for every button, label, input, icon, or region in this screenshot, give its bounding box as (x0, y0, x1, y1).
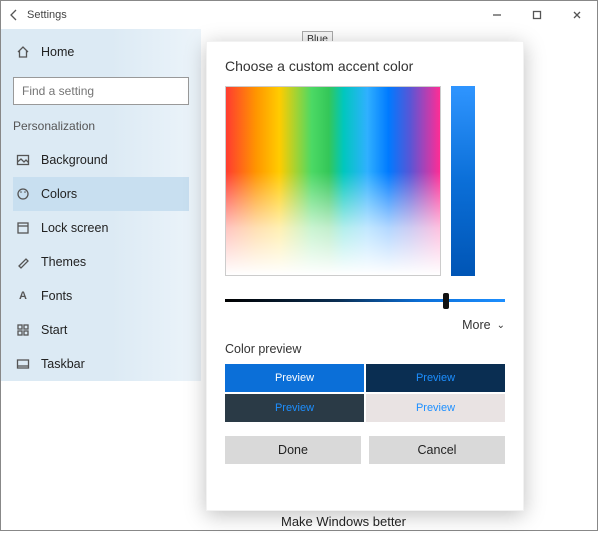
spectrum-picker[interactable] (225, 86, 441, 276)
preview-label: Color preview (225, 342, 505, 356)
lock-icon (15, 220, 31, 236)
taskbar-icon (15, 356, 31, 372)
grid-icon (15, 322, 31, 338)
close-button[interactable] (557, 1, 597, 29)
titlebar: Settings (1, 1, 597, 29)
sidebar-item-colors[interactable]: Colors (13, 177, 189, 211)
color-picker-dialog: Choose a custom accent color More ⌄ Colo… (206, 41, 524, 511)
sidebar-item-background[interactable]: Background (13, 143, 189, 177)
font-icon: A (15, 288, 31, 304)
more-label: More (462, 318, 490, 332)
preview-cell: Preview (366, 394, 505, 422)
picture-icon (15, 152, 31, 168)
sidebar-item-label: Fonts (41, 289, 72, 303)
sidebar-item-label: Background (41, 153, 108, 167)
sidebar-item-taskbar[interactable]: Taskbar (13, 347, 189, 381)
search-input[interactable] (13, 77, 189, 105)
sidebar-item-label: Start (41, 323, 67, 337)
sidebar-item-label: Colors (41, 187, 77, 201)
value-thumb[interactable] (443, 293, 449, 309)
page-subheading: Make Windows better (281, 514, 406, 529)
value-track (225, 299, 505, 302)
hue-slider[interactable] (451, 86, 475, 276)
dialog-title: Choose a custom accent color (225, 58, 505, 74)
window-title: Settings (27, 9, 67, 21)
sidebar-home-label: Home (41, 45, 74, 59)
sidebar-category: Personalization (1, 119, 201, 143)
sidebar-item-label: Lock screen (41, 221, 108, 235)
sidebar-item-themes[interactable]: Themes (13, 245, 189, 279)
preview-cell: Preview (366, 364, 505, 392)
palette-icon (15, 186, 31, 202)
window-controls (477, 1, 597, 29)
sidebar-item-start[interactable]: Start (13, 313, 189, 347)
color-preview-grid: Preview Preview Preview Preview (225, 364, 505, 422)
home-icon (15, 44, 31, 60)
sidebar-item-lock-screen[interactable]: Lock screen (13, 211, 189, 245)
sidebar-item-label: Taskbar (41, 357, 85, 371)
cancel-button[interactable]: Cancel (369, 436, 505, 464)
sidebar-home[interactable]: Home (13, 35, 189, 69)
sidebar-item-fonts[interactable]: A Fonts (13, 279, 189, 313)
settings-window: Settings Home (0, 0, 598, 531)
sidebar: Home Personalization Background Colors (1, 29, 201, 381)
more-toggle[interactable]: More ⌄ (225, 318, 505, 332)
done-button[interactable]: Done (225, 436, 361, 464)
sidebar-item-label: Themes (41, 255, 86, 269)
preview-cell: Preview (225, 364, 364, 392)
preview-cell: Preview (225, 394, 364, 422)
back-button[interactable] (1, 1, 27, 29)
brush-icon (15, 254, 31, 270)
minimize-button[interactable] (477, 1, 517, 29)
maximize-button[interactable] (517, 1, 557, 29)
chevron-down-icon: ⌄ (497, 320, 505, 331)
value-slider[interactable] (225, 290, 505, 310)
